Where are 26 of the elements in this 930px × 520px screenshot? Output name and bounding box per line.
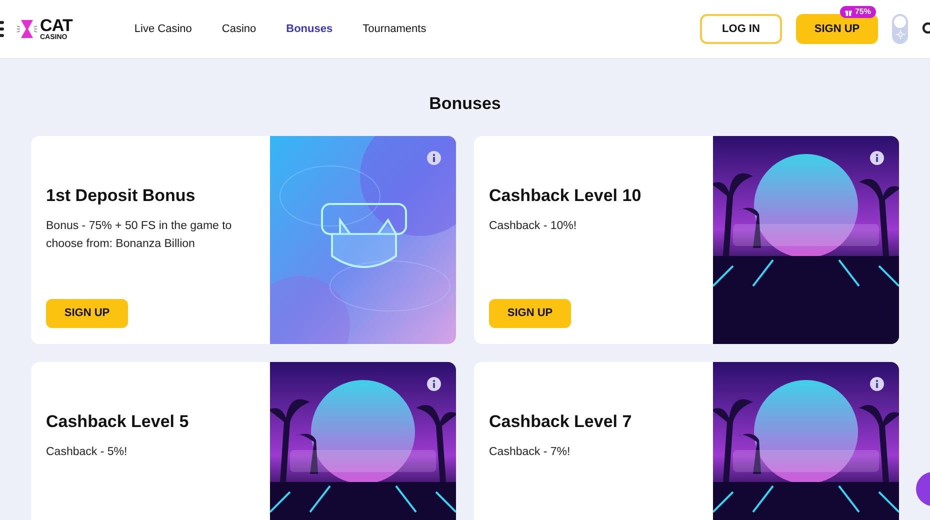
sun-icon — [896, 30, 904, 39]
nav-link[interactable]: Live Casino — [134, 20, 192, 38]
nav-link[interactable]: Casino — [222, 20, 256, 38]
info-icon[interactable] — [427, 150, 441, 164]
theme-toggle[interactable] — [892, 14, 908, 44]
bonus-title: Cashback Level 10 — [489, 184, 642, 206]
signup-button[interactable]: SIGN UP — [489, 298, 571, 328]
info-icon[interactable] — [870, 376, 884, 390]
bonus-description: Bonus - 75% + 50 FS in the game to choose from: Bonanza Billion — [46, 219, 233, 252]
logo-icon — [17, 18, 37, 40]
page-title: Bonuses — [428, 93, 502, 115]
info-icon[interactable] — [870, 150, 884, 164]
nav-link[interactable]: Bonuses — [286, 20, 333, 38]
bonus-description: Cashback - 7%! — [489, 445, 572, 460]
bonus-title: 1st Deposit Bonus — [46, 184, 196, 206]
gift-icon — [844, 8, 852, 16]
bonus-description: Cashback - 10%! — [489, 219, 578, 234]
signup-button[interactable]: SIGN UP — [46, 298, 128, 328]
signup-button[interactable]: SIGN UP — [796, 14, 878, 44]
bonus-title: Cashback Level 7 — [489, 410, 633, 432]
login-button[interactable]: LOG IN — [700, 14, 782, 44]
logo-title: CAT — [40, 17, 72, 34]
info-icon[interactable] — [427, 376, 441, 390]
nav-link[interactable]: Tournaments — [362, 20, 426, 38]
bonus-title: Cashback Level 5 — [46, 410, 190, 432]
bonus-description: Cashback - 5%! — [46, 445, 128, 460]
